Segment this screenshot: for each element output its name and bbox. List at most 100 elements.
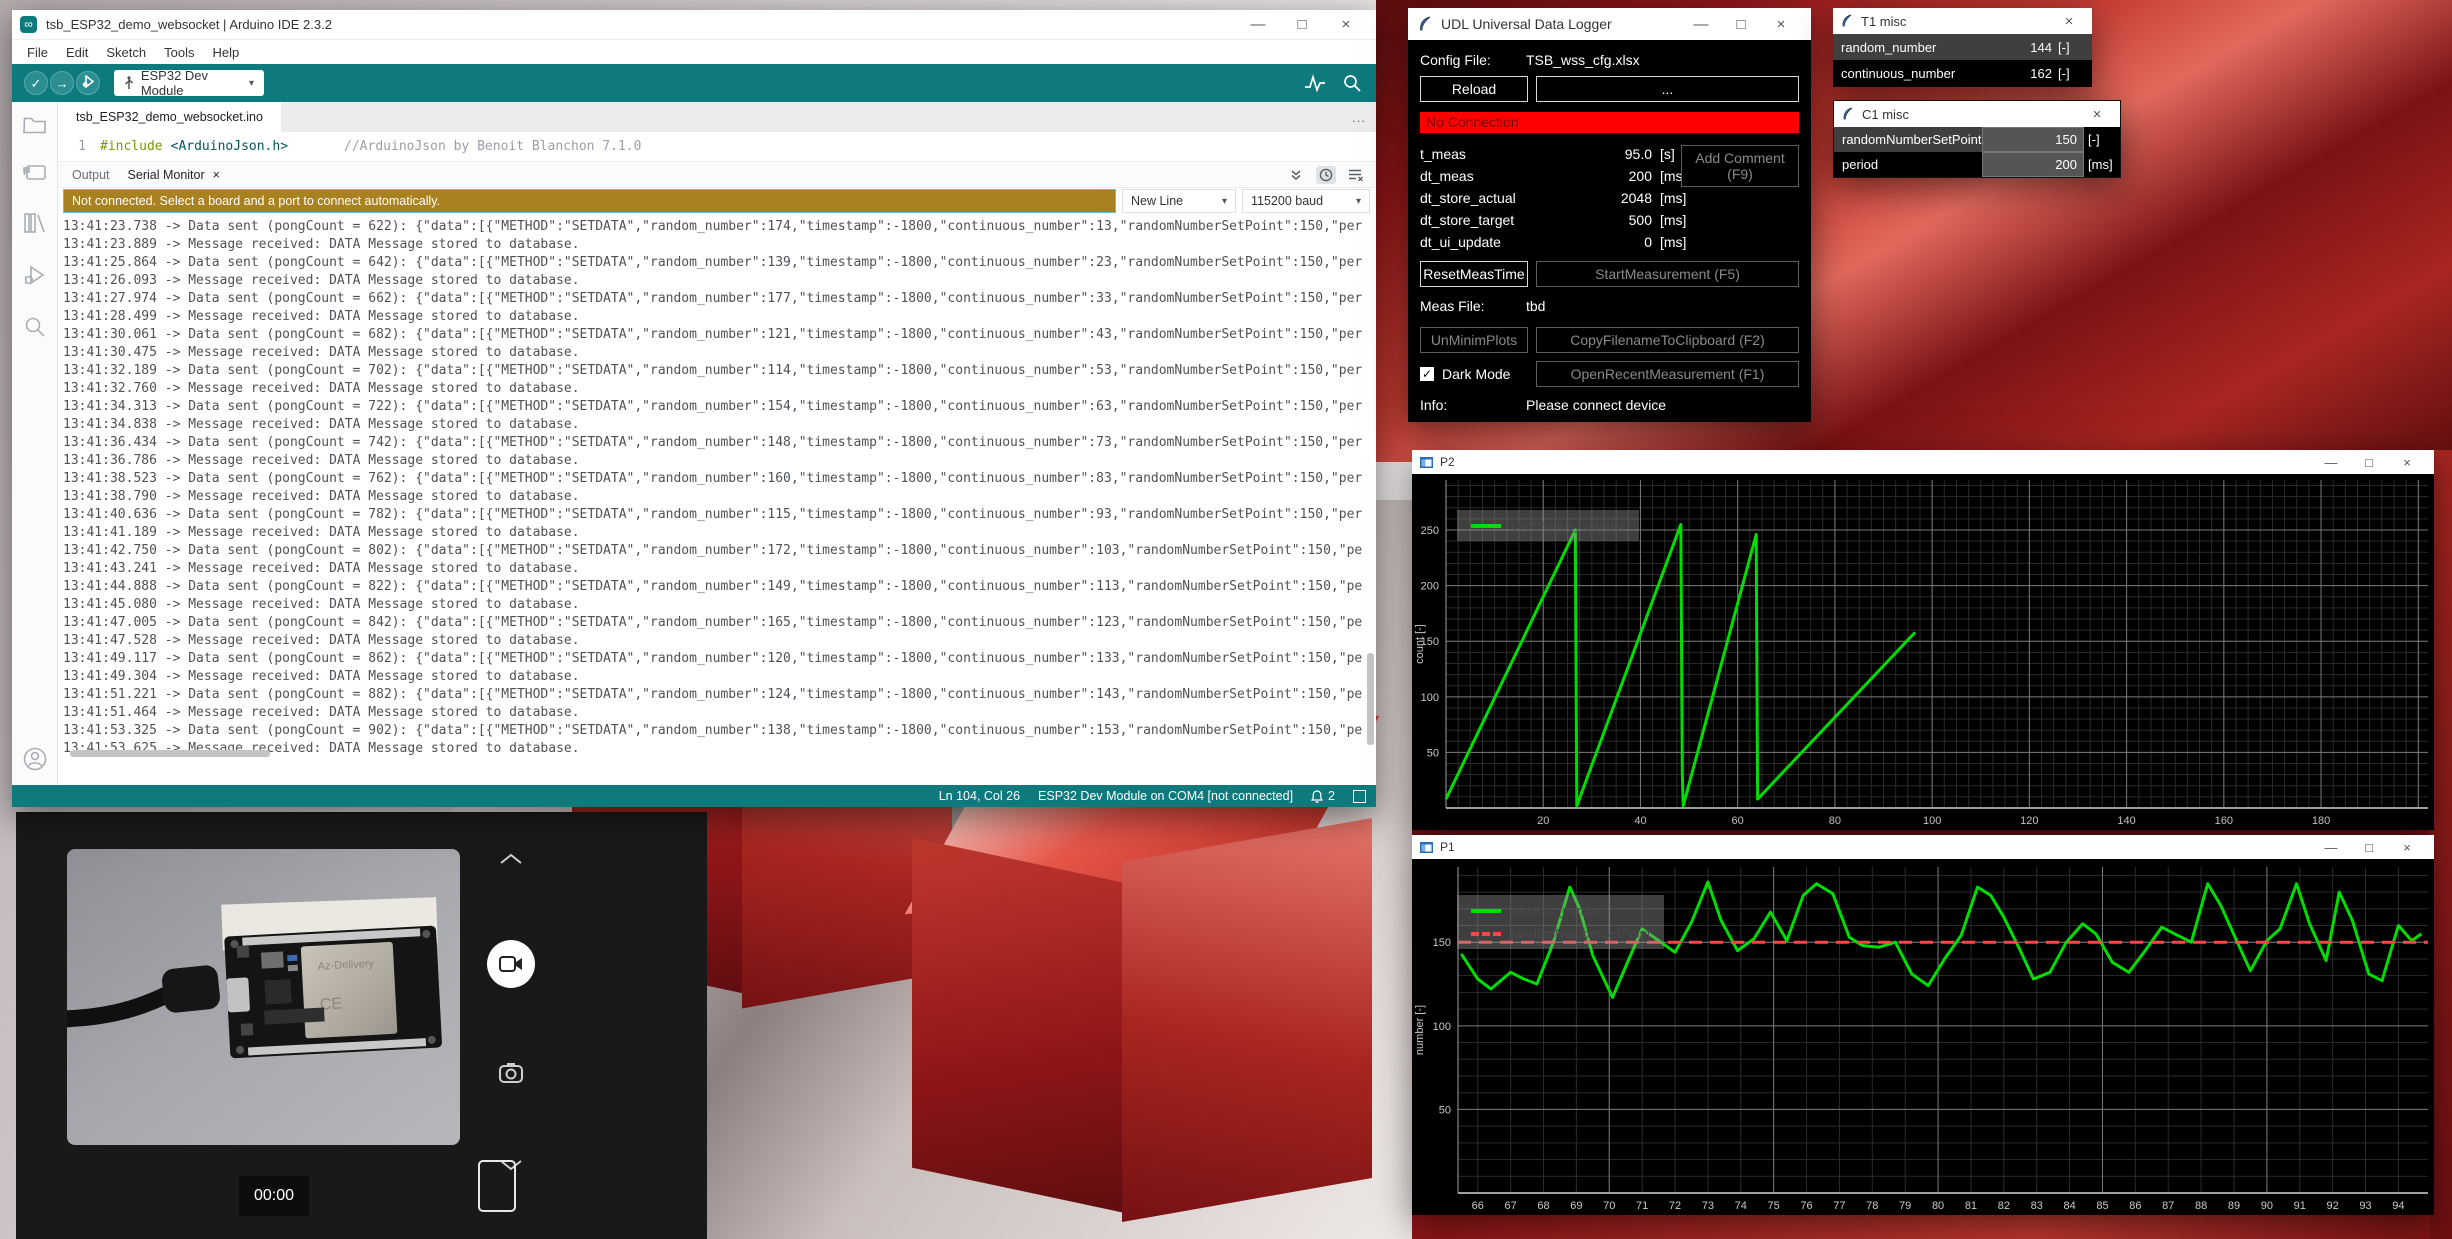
menu-file[interactable]: File <box>20 43 55 62</box>
open-recent-button[interactable]: OpenRecentMeasurement (F1) <box>1536 361 1799 387</box>
close-button[interactable]: × <box>1761 16 1801 33</box>
close-button[interactable]: × <box>2054 13 2084 30</box>
serial-line: 13:41:51.464 -> Message received: DATA M… <box>63 704 1376 722</box>
close-button[interactable]: × <box>2082 106 2112 123</box>
minimize-button[interactable]: — <box>1681 16 1721 33</box>
vertical-scrollbar[interactable] <box>1367 653 1374 745</box>
baud-rate-dropdown[interactable]: 115200 baud ▾ <box>1242 189 1370 213</box>
account-icon[interactable] <box>23 747 47 771</box>
serial-line: 13:41:30.061 -> Data sent (pongCount = 6… <box>63 326 1376 344</box>
verify-button[interactable]: ✓ <box>24 71 48 95</box>
line-number: 1 <box>58 139 100 154</box>
close-button[interactable]: × <box>1324 16 1368 33</box>
p1-plot-area[interactable]: 6667686970717273747576777879808182838485… <box>1412 859 2434 1215</box>
reset-meas-time-button[interactable]: ResetMeasTime <box>1420 261 1528 287</box>
serial-line: 13:41:34.838 -> Message received: DATA M… <box>63 416 1376 434</box>
debug-panel-icon[interactable] <box>23 264 47 286</box>
minimize-button[interactable]: — <box>2312 455 2350 470</box>
p2-legend: continuous_number <box>1457 510 1639 541</box>
close-button[interactable]: × <box>2388 455 2426 470</box>
ide-titlebar[interactable]: ∞ tsb_ESP32_demo_websocket | Arduino IDE… <box>12 10 1376 40</box>
c1-titlebar[interactable]: C1 misc × <box>1834 101 2120 127</box>
svg-text:89: 89 <box>2228 1200 2240 1212</box>
serial-line: 13:41:28.499 -> Message received: DATA M… <box>63 308 1376 326</box>
chevron-up-icon[interactable] <box>498 852 524 866</box>
browse-config-button[interactable]: ... <box>1536 76 1799 102</box>
dark-mode-toggle[interactable]: ✓ Dark Mode <box>1420 366 1528 382</box>
tab-serial-monitor[interactable]: Serial Monitor × <box>128 168 220 182</box>
take-photo-button[interactable] <box>499 1062 523 1084</box>
setpoint-input[interactable]: 150 <box>1982 127 2084 152</box>
close-tab-icon[interactable]: × <box>213 168 220 182</box>
reload-button[interactable]: Reload <box>1420 76 1528 102</box>
maximize-button[interactable]: □ <box>2350 455 2388 470</box>
svg-text:60: 60 <box>1732 815 1744 827</box>
recording-timer: 00:00 <box>239 1176 309 1216</box>
plot-p1-window: P1 — □ × 6667686970717273747576777879808… <box>1412 835 2434 1215</box>
udl-window: UDL Universal Data Logger — □ × Config F… <box>1408 8 1811 422</box>
minimize-button[interactable]: — <box>2312 840 2350 855</box>
serial-output[interactable]: 13:41:23.738 -> Data sent (pongCount = 6… <box>58 214 1376 785</box>
svg-text:74: 74 <box>1735 1200 1747 1212</box>
horizontal-scrollbar[interactable] <box>70 750 270 757</box>
svg-text:20: 20 <box>1537 815 1549 827</box>
serial-line: 13:41:49.304 -> Message received: DATA M… <box>63 668 1376 686</box>
setpoint-name: randomNumberSetPoint <box>1834 127 1982 152</box>
legend-entry: randomNumberSetPoint <box>1471 926 1650 941</box>
desktop: Az-Delivery CE <box>0 0 2452 1239</box>
menu-help[interactable]: Help <box>205 43 246 62</box>
close-button[interactable]: × <box>2388 840 2426 855</box>
unminim-plots-button[interactable]: UnMinimPlots <box>1420 327 1528 353</box>
timestamp-icon[interactable] <box>1316 166 1336 184</box>
p2-titlebar[interactable]: P2 — □ × <box>1412 450 2434 474</box>
add-comment-button[interactable]: Add Comment (F9) <box>1681 145 1799 187</box>
param-name: t_meas <box>1420 146 1570 162</box>
legend-entry: random_number <box>1471 903 1650 918</box>
menu-edit[interactable]: Edit <box>59 43 95 62</box>
code-editor[interactable]: 1 #include <ArduinoJson.h> //ArduinoJson… <box>58 132 1376 162</box>
caret-down-icon: ▾ <box>249 78 254 89</box>
p2-plot-area[interactable]: 2040608010012014016018050100150200250cou… <box>1412 474 2434 830</box>
start-measurement-button[interactable]: StartMeasurement (F5) <box>1536 261 1799 287</box>
gallery-thumbnail[interactable] <box>478 1160 516 1212</box>
board-selector[interactable]: ESP32 Dev Module ▾ <box>114 70 264 96</box>
svg-text:68: 68 <box>1537 1200 1549 1212</box>
legend-entry: continuous_number <box>1471 518 1625 533</box>
tab-sketch-file[interactable]: tsb_ESP32_demo_websocket.ino <box>58 102 281 132</box>
debug-button[interactable] <box>76 71 100 95</box>
boards-manager-icon[interactable] <box>23 164 47 182</box>
panel-layout-icon[interactable] <box>1353 790 1366 803</box>
serial-line: 13:41:49.117 -> Data sent (pongCount = 8… <box>63 650 1376 668</box>
setpoint-unit: [ms] <box>2084 157 2120 172</box>
p1-titlebar[interactable]: P1 — □ × <box>1412 835 2434 859</box>
setpoint-input[interactable]: 200 <box>1982 152 2084 177</box>
collapse-panel-icon[interactable] <box>1286 166 1306 184</box>
param-value: 0 <box>1570 234 1660 250</box>
upload-button[interactable]: → <box>50 71 74 95</box>
clear-output-icon[interactable] <box>1346 166 1366 184</box>
caret-down-icon: ▾ <box>1222 196 1227 207</box>
notifications[interactable]: 2 <box>1311 789 1335 803</box>
menu-tools[interactable]: Tools <box>157 43 201 62</box>
maximize-button[interactable]: □ <box>1721 16 1761 33</box>
search-icon[interactable] <box>24 316 46 338</box>
value-row: random_number144[-] <box>1833 34 2092 60</box>
serial-plotter-icon[interactable] <box>1304 73 1326 93</box>
t1-titlebar[interactable]: T1 misc × <box>1833 8 2092 34</box>
record-video-button[interactable] <box>487 940 535 988</box>
menu-sketch[interactable]: Sketch <box>99 43 153 62</box>
minimize-button[interactable]: — <box>1236 16 1280 33</box>
udl-titlebar[interactable]: UDL Universal Data Logger — □ × <box>1408 8 1811 40</box>
copy-filename-button[interactable]: CopyFilenameToClipboard (F2) <box>1536 327 1799 353</box>
serial-monitor-icon[interactable] <box>1342 73 1362 93</box>
sketchbook-icon[interactable] <box>23 114 47 134</box>
maximize-button[interactable]: □ <box>2350 840 2388 855</box>
line-ending-dropdown[interactable]: New Line ▾ <box>1122 189 1236 213</box>
serial-line: 13:41:38.523 -> Data sent (pongCount = 7… <box>63 470 1376 488</box>
serial-line: 13:41:43.241 -> Message received: DATA M… <box>63 560 1376 578</box>
tab-output[interactable]: Output <box>72 168 110 182</box>
maximize-button[interactable]: □ <box>1280 16 1324 33</box>
tab-overflow-menu[interactable]: ... <box>1352 110 1366 125</box>
library-manager-icon[interactable] <box>23 212 47 234</box>
signal-unit: [-] <box>2058 40 2092 55</box>
